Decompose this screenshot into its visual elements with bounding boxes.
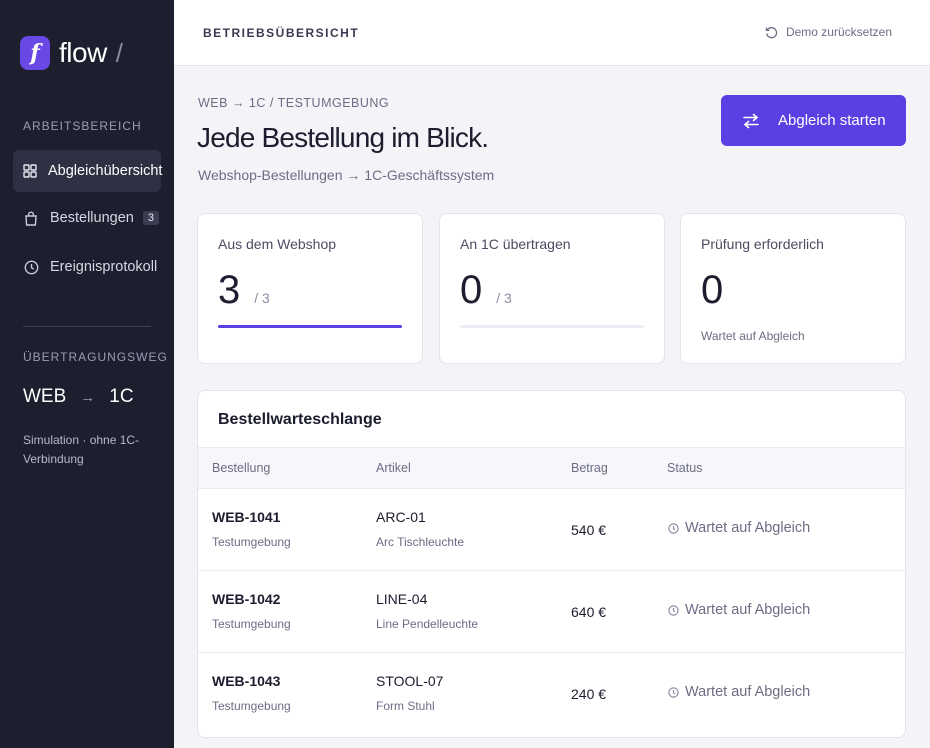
article-code: LINE-04 — [376, 591, 428, 607]
table-row[interactable]: WEB-1042 Testumgebung LINE-04 Line Pende… — [198, 571, 905, 653]
section-label-workspace: ARBEITSBEREICH — [23, 119, 142, 133]
order-id: WEB-1043 — [212, 673, 281, 689]
column-header-status: Status — [667, 461, 703, 475]
status-label: Wartet auf Abgleich — [685, 520, 811, 536]
clock-icon — [668, 522, 679, 534]
sidebar-item-ereignisprotokoll[interactable]: Ereignisprotokoll — [13, 246, 161, 288]
arrow-right-icon: → — [80, 388, 96, 406]
sidebar-item-label: Ereignisprotokoll — [50, 259, 158, 275]
start-sync-button[interactable]: Abgleich starten — [721, 95, 906, 146]
reset-icon — [765, 26, 778, 38]
stat-total: / 3 — [496, 290, 512, 306]
progress-bar — [460, 325, 644, 328]
status-label: Wartet auf Abgleich — [685, 684, 811, 700]
stat-count: 0 — [701, 268, 724, 312]
progress-fill — [218, 325, 402, 328]
table-row[interactable]: WEB-1043 Testumgebung STOOL-07 Form Stuh… — [198, 653, 905, 735]
reset-demo-label: Demo zurücksetzen — [785, 25, 892, 39]
order-environment: Testumgebung — [212, 617, 291, 631]
column-header-order: Bestellung — [212, 461, 271, 475]
page-subtitle: Webshop-Bestellungen → 1C-Geschäftssyste… — [198, 167, 495, 183]
order-environment: Testumgebung — [212, 535, 291, 549]
sidebar-item-label: Bestellungen — [50, 210, 134, 226]
article-name: Arc Tischleuchte — [376, 535, 465, 549]
stat-total: / 3 — [254, 290, 270, 306]
logo-separator: / — [115, 37, 124, 68]
article-name: Form Stuhl — [376, 699, 435, 713]
column-header-article: Artikel — [376, 461, 411, 475]
transfer-route: WEB → 1C — [23, 386, 134, 408]
swap-arrows-icon — [743, 113, 759, 128]
page-title: Jede Bestellung im Blick. — [197, 122, 489, 153]
clock-icon — [668, 604, 679, 616]
stat-value: 0 / 3 — [460, 268, 512, 313]
clock-icon — [668, 686, 679, 698]
stat-label: An 1C übertragen — [460, 236, 571, 252]
sidebar-item-label: Abgleichübersicht — [48, 163, 163, 179]
order-amount: 240 € — [571, 686, 607, 702]
stat-value: 0 — [701, 268, 723, 313]
order-environment: Testumgebung — [212, 699, 291, 713]
table-header: Bestellung Artikel Betrag Status — [198, 447, 905, 489]
status-label: Wartet auf Abgleich — [685, 602, 811, 618]
sidebar-item-abgleichuebersicht[interactable]: Abgleichübersicht — [13, 150, 163, 192]
logo[interactable]: f flow / — [20, 36, 123, 70]
article-name: Line Pendelleuchte — [376, 617, 479, 631]
logo-mark-icon: f — [20, 36, 50, 70]
order-queue: Bestellwarteschlange Bestellung Artikel … — [197, 390, 906, 738]
stat-count: 3 — [218, 268, 241, 312]
simulation-note: Simulation · ohne 1C-Verbindung — [23, 433, 140, 466]
article-code: ARC-01 — [376, 509, 426, 525]
order-id: WEB-1041 — [212, 509, 281, 525]
column-header-amount: Betrag — [571, 461, 608, 475]
table-row[interactable]: WEB-1041 Testumgebung ARC-01 Arc Tischle… — [198, 489, 905, 571]
topbar-title: BETRIEBSÜBERSICHT — [203, 26, 360, 40]
progress-bar — [218, 325, 402, 328]
grid-icon — [23, 163, 37, 179]
reset-demo-button[interactable]: Demo zurücksetzen — [765, 25, 892, 39]
order-status: Wartet auf Abgleich — [668, 602, 810, 618]
stat-count: 0 — [460, 268, 483, 312]
clock-icon — [23, 259, 39, 275]
route-to: 1C — [109, 386, 134, 407]
stat-value: 3 / 3 — [218, 268, 270, 313]
order-amount: 540 € — [571, 522, 607, 538]
queue-title: Bestellwarteschlange — [218, 411, 382, 428]
order-status: Wartet auf Abgleich — [668, 520, 810, 536]
stat-label: Prüfung erforderlich — [701, 236, 824, 252]
sidebar-divider — [23, 326, 151, 327]
logo-text: flow — [59, 37, 107, 68]
order-id: WEB-1042 — [212, 591, 281, 607]
stat-card-review: Prüfung erforderlich 0 Wartet auf Abglei… — [680, 213, 906, 364]
order-count-badge: 3 — [142, 211, 159, 225]
article-code: STOOL-07 — [376, 673, 444, 689]
sidebar-item-bestellungen[interactable]: Bestellungen 3 — [13, 197, 161, 239]
stat-card-transferred: An 1C übertragen 0 / 3 — [439, 213, 665, 364]
stat-note: Wartet auf Abgleich — [701, 329, 805, 343]
order-amount: 640 € — [571, 604, 607, 620]
stat-card-webshop: Aus dem Webshop 3 / 3 — [197, 213, 423, 364]
bag-icon — [23, 210, 39, 226]
topbar: BETRIEBSÜBERSICHT Demo zurücksetzen — [174, 0, 930, 66]
section-label-route: ÜBERTRAGUNGSWEG — [23, 350, 168, 364]
start-sync-label: Abgleich starten — [778, 112, 886, 129]
sidebar: f flow / ARBEITSBEREICH Abgleichübersich… — [0, 0, 174, 748]
route-from: WEB — [23, 386, 67, 407]
breadcrumb: WEB → 1C / TESTUMGEBUNG — [198, 96, 390, 110]
stat-label: Aus dem Webshop — [218, 236, 337, 252]
order-status: Wartet auf Abgleich — [668, 684, 810, 700]
